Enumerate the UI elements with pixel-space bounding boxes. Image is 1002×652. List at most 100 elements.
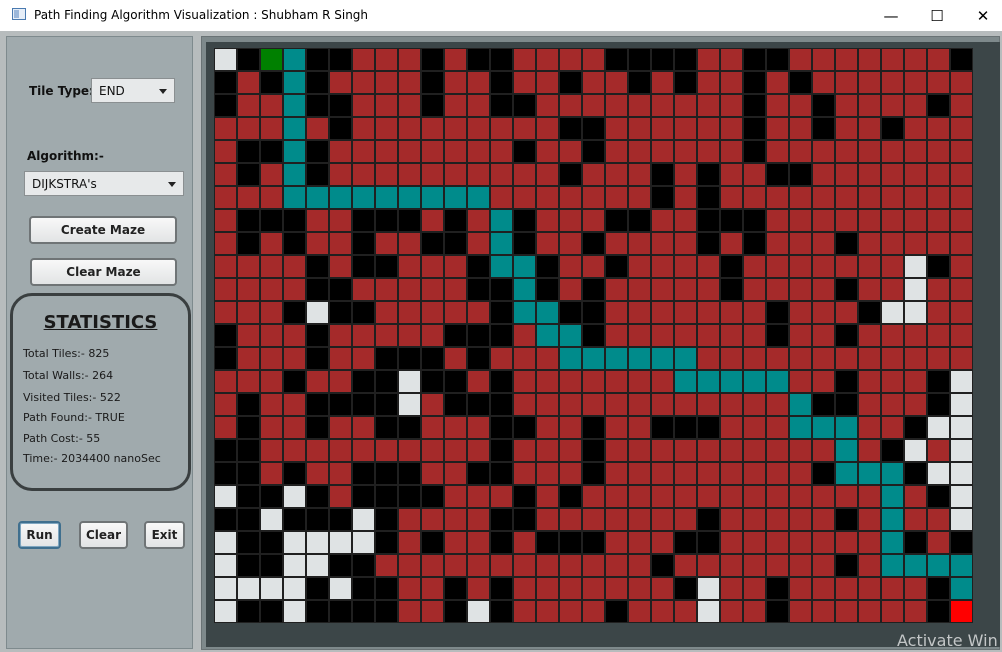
grid-tile-wall[interactable] bbox=[927, 577, 950, 600]
grid-tile-visited[interactable] bbox=[398, 71, 421, 94]
grid-tile-visited[interactable] bbox=[904, 324, 927, 347]
grid-tile-visited[interactable] bbox=[398, 324, 421, 347]
grid-tile-wall[interactable] bbox=[375, 347, 398, 370]
grid-tile-wall[interactable] bbox=[582, 531, 605, 554]
grid-tile-visited[interactable] bbox=[628, 600, 651, 623]
grid-tile-visited[interactable] bbox=[743, 554, 766, 577]
grid-tile-visited[interactable] bbox=[628, 554, 651, 577]
grid-tile-visited[interactable] bbox=[789, 462, 812, 485]
grid-tile-visited[interactable] bbox=[812, 301, 835, 324]
grid-tile-visited[interactable] bbox=[214, 232, 237, 255]
grid-tile-visited[interactable] bbox=[858, 324, 881, 347]
grid-tile-wall[interactable] bbox=[582, 462, 605, 485]
grid-tile-visited[interactable] bbox=[375, 301, 398, 324]
grid-tile-wall[interactable] bbox=[306, 485, 329, 508]
grid-tile-empty[interactable] bbox=[904, 255, 927, 278]
grid-tile-wall[interactable] bbox=[605, 209, 628, 232]
grid-tile-visited[interactable] bbox=[858, 508, 881, 531]
grid-tile-wall[interactable] bbox=[398, 462, 421, 485]
grid-tile-visited[interactable] bbox=[260, 347, 283, 370]
grid-tile-visited[interactable] bbox=[536, 140, 559, 163]
grid-tile-visited[interactable] bbox=[444, 48, 467, 71]
grid-tile-wall[interactable] bbox=[421, 370, 444, 393]
grid-tile-visited[interactable] bbox=[329, 347, 352, 370]
grid-tile-visited[interactable] bbox=[651, 117, 674, 140]
grid-tile-wall[interactable] bbox=[743, 140, 766, 163]
grid-tile-visited[interactable] bbox=[789, 140, 812, 163]
grid-tile-visited[interactable] bbox=[697, 462, 720, 485]
grid-tile-visited[interactable] bbox=[559, 94, 582, 117]
grid-tile-wall[interactable] bbox=[260, 209, 283, 232]
grid-tile-wall[interactable] bbox=[743, 71, 766, 94]
grid-tile-visited[interactable] bbox=[605, 508, 628, 531]
grid-tile-wall[interactable] bbox=[260, 554, 283, 577]
grid-tile-visited[interactable] bbox=[628, 117, 651, 140]
grid-tile-visited[interactable] bbox=[651, 577, 674, 600]
grid-tile-wall[interactable] bbox=[605, 48, 628, 71]
grid-tile-visited[interactable] bbox=[720, 94, 743, 117]
grid-tile-visited[interactable] bbox=[766, 209, 789, 232]
grid-tile-visited[interactable] bbox=[789, 278, 812, 301]
grid-tile-visited[interactable] bbox=[720, 347, 743, 370]
grid-tile-wall[interactable] bbox=[720, 278, 743, 301]
grid-tile-visited[interactable] bbox=[789, 232, 812, 255]
grid-tile-visited[interactable] bbox=[651, 255, 674, 278]
grid-tile-visited[interactable] bbox=[559, 508, 582, 531]
grid-tile-visited[interactable] bbox=[444, 94, 467, 117]
grid-tile-visited[interactable] bbox=[582, 186, 605, 209]
grid-tile-visited[interactable] bbox=[214, 117, 237, 140]
grid-tile-visited[interactable] bbox=[743, 485, 766, 508]
grid-tile-visited[interactable] bbox=[927, 48, 950, 71]
grid-tile-visited[interactable] bbox=[927, 278, 950, 301]
grid-tile-empty[interactable] bbox=[927, 416, 950, 439]
grid-tile-visited[interactable] bbox=[490, 186, 513, 209]
grid-tile-visited[interactable] bbox=[513, 531, 536, 554]
grid-tile-wall[interactable] bbox=[375, 416, 398, 439]
grid-tile-visited[interactable] bbox=[674, 324, 697, 347]
grid-tile-visited[interactable] bbox=[444, 163, 467, 186]
grid-tile-wall[interactable] bbox=[329, 393, 352, 416]
minimize-button[interactable]: — bbox=[868, 0, 914, 31]
grid-tile-visited[interactable] bbox=[904, 71, 927, 94]
grid-tile-wall[interactable] bbox=[283, 301, 306, 324]
grid-tile-empty[interactable] bbox=[214, 48, 237, 71]
grid-tile-wall[interactable] bbox=[513, 209, 536, 232]
grid-tile-wall[interactable] bbox=[214, 508, 237, 531]
grid-tile-empty[interactable] bbox=[950, 439, 973, 462]
tile-type-select[interactable]: END bbox=[91, 78, 175, 103]
grid-tile-visited[interactable] bbox=[421, 255, 444, 278]
grid-tile-wall[interactable] bbox=[743, 94, 766, 117]
grid-tile-visited[interactable] bbox=[628, 278, 651, 301]
grid-tile-visited[interactable] bbox=[605, 462, 628, 485]
grid-tile-visited[interactable] bbox=[490, 140, 513, 163]
grid-tile-wall[interactable] bbox=[237, 462, 260, 485]
grid-tile-visited[interactable] bbox=[743, 577, 766, 600]
grid-tile-wall[interactable] bbox=[490, 278, 513, 301]
grid-tile-visited[interactable] bbox=[237, 370, 260, 393]
grid-tile-visited[interactable] bbox=[352, 324, 375, 347]
grid-tile-visited[interactable] bbox=[674, 301, 697, 324]
grid-tile-wall[interactable] bbox=[398, 485, 421, 508]
grid-tile-visited[interactable] bbox=[559, 278, 582, 301]
grid-tile-visited[interactable] bbox=[214, 209, 237, 232]
grid-tile-visited[interactable] bbox=[720, 508, 743, 531]
grid-tile-path[interactable] bbox=[697, 370, 720, 393]
grid-tile-visited[interactable] bbox=[237, 71, 260, 94]
grid-tile-wall[interactable] bbox=[697, 508, 720, 531]
grid-tile-visited[interactable] bbox=[858, 117, 881, 140]
grid-tile-wall[interactable] bbox=[490, 531, 513, 554]
grid-tile-visited[interactable] bbox=[950, 140, 973, 163]
grid-tile-wall[interactable] bbox=[237, 439, 260, 462]
grid-tile-visited[interactable] bbox=[260, 117, 283, 140]
grid-tile-visited[interactable] bbox=[559, 255, 582, 278]
grid-tile-path[interactable] bbox=[881, 508, 904, 531]
grid-tile-path[interactable] bbox=[513, 255, 536, 278]
grid-tile-wall[interactable] bbox=[651, 554, 674, 577]
grid-tile-wall[interactable] bbox=[237, 508, 260, 531]
grid-tile-wall[interactable] bbox=[582, 278, 605, 301]
grid-tile-visited[interactable] bbox=[421, 278, 444, 301]
grid-tile-visited[interactable] bbox=[582, 554, 605, 577]
grid-tile-visited[interactable] bbox=[283, 439, 306, 462]
grid-tile-visited[interactable] bbox=[789, 301, 812, 324]
grid-tile-visited[interactable] bbox=[559, 462, 582, 485]
